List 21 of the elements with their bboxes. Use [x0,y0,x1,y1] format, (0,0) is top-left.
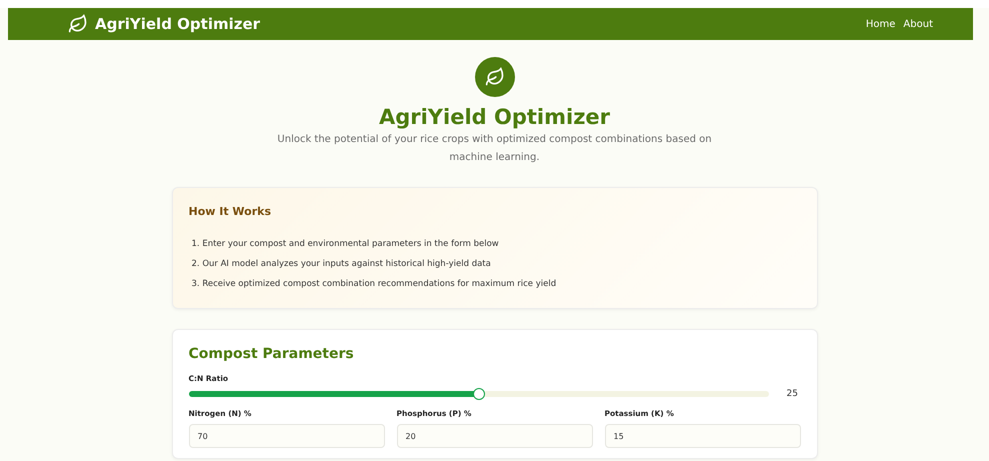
brand-name[interactable]: AgriYield Optimizer [95,15,260,33]
leaf-icon [68,14,88,34]
input-field[interactable]: 20 [396,424,592,448]
step-text: Enter your compost and environmental parameters in the form below [202,239,499,249]
leaf-icon [474,57,514,97]
step-text: Receive optimized compost combination recommendations for maximum rice yield [202,279,556,289]
page-subtitle: Unlock the potential of your rice crops with optimized compost combinations based on machine learning. [276,133,713,165]
step-number: 1. [192,239,200,249]
step-number: 3. [192,279,200,289]
card-title: How It Works [188,205,272,218]
input-field[interactable]: 15 [604,424,800,448]
step-number: 2. [192,259,200,269]
slider[interactable] [188,391,768,397]
page-title: AgriYield Optimizer [378,105,610,129]
nav-link[interactable]: Home [866,18,896,30]
step-text: Our AI model analyzes your inputs against historical high-yield data [202,259,491,269]
nav-link[interactable]: About [903,18,933,30]
slider-value: 25 [786,389,799,399]
section-title: Compost Parameters [188,346,355,362]
input-field[interactable]: 70 [188,424,384,448]
slider-thumb[interactable] [472,388,484,400]
